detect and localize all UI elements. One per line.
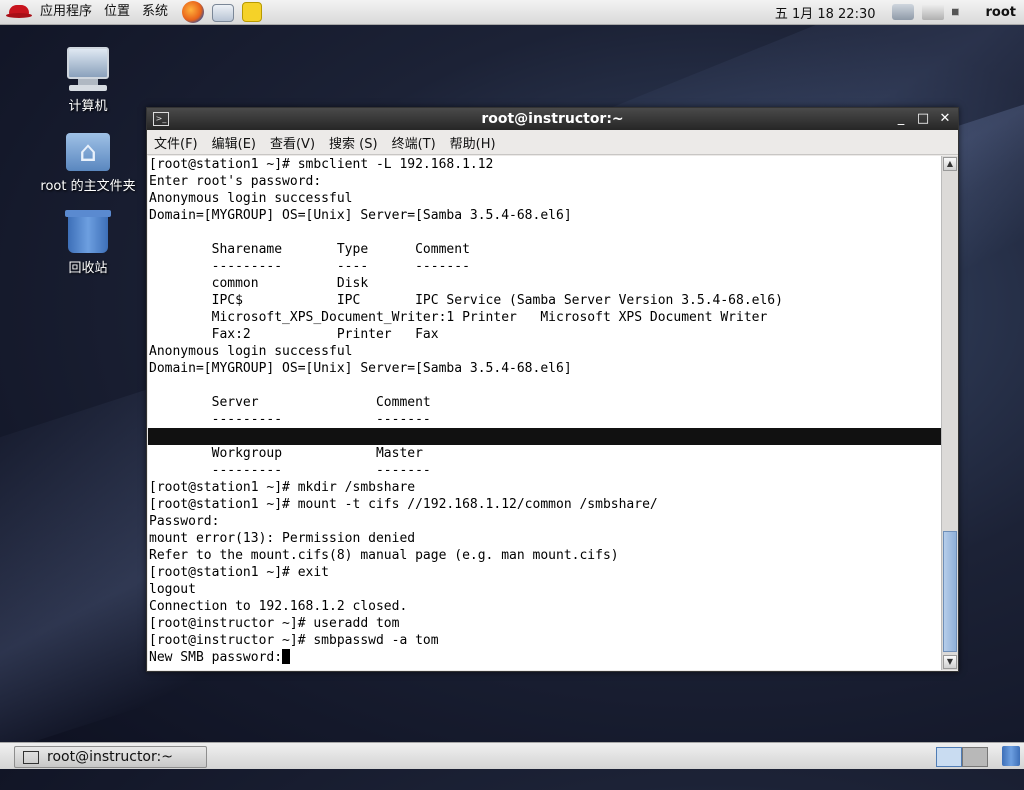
desktop-icon-label: 计算机 — [33, 95, 143, 114]
home-folder-icon — [66, 133, 110, 171]
terminal-line: [root@instructor ~]# smbpasswd -a tom — [148, 632, 941, 649]
minimize-icon[interactable]: _ — [892, 110, 910, 128]
terminal-line — [148, 224, 941, 241]
terminal-prompt-line: New SMB password: — [148, 649, 941, 666]
terminal-line-selected — [148, 428, 941, 445]
terminal-line: --------- ---- ------- — [148, 258, 941, 275]
computer-icon — [65, 47, 111, 91]
terminal-line: Microsoft_XPS_Document_Writer:1 Printer … — [148, 309, 941, 326]
terminal-line: Server Comment — [148, 394, 941, 411]
terminal-icon[interactable]: >_ — [153, 112, 169, 126]
menu-system[interactable]: 系统 — [136, 0, 174, 24]
workspace-1[interactable] — [936, 747, 962, 767]
terminal-line — [148, 377, 941, 394]
terminal-line: Enter root's password: — [148, 173, 941, 190]
terminal-line: Domain=[MYGROUP] OS=[Unix] Server=[Samba… — [148, 360, 941, 377]
clock[interactable]: 五 1月 18 22:30 — [763, 3, 888, 22]
taskbar-window-label: root@instructor:~ — [47, 749, 173, 765]
terminal-line: Refer to the mount.cifs(8) manual page (… — [148, 547, 941, 564]
terminal-line: --------- ------- — [148, 411, 941, 428]
user-menu[interactable]: root — [972, 5, 1024, 20]
close-icon[interactable]: ✕ — [936, 110, 954, 128]
menu-help[interactable]: 帮助(H) — [443, 133, 503, 152]
terminal-line: Fax:2 Printer Fax — [148, 326, 941, 343]
maximize-icon[interactable]: □ — [914, 110, 932, 128]
terminal-line: [root@instructor ~]# useradd tom — [148, 615, 941, 632]
menu-view[interactable]: 查看(V) — [263, 133, 322, 152]
desktop-icon-trash[interactable]: 回收站 — [33, 213, 143, 276]
redhat-logo-icon[interactable] — [6, 3, 32, 21]
menu-file[interactable]: 文件(F) — [147, 133, 205, 152]
terminal-line-text: New SMB password: — [149, 650, 282, 665]
notes-icon[interactable] — [242, 2, 262, 22]
email-client-icon[interactable] — [212, 4, 234, 22]
terminal-line: logout — [148, 581, 941, 598]
terminal-line: mount error(13): Permission denied — [148, 530, 941, 547]
terminal-line: Workgroup Master — [148, 445, 941, 462]
desktop-icon-label: 回收站 — [33, 257, 143, 276]
desktop-icon-computer[interactable]: 计算机 — [33, 47, 143, 114]
text-cursor — [282, 649, 290, 664]
terminal-line: Connection to 192.168.1.2 closed. — [148, 598, 941, 615]
taskbar-window-button[interactable]: root@instructor:~ — [14, 746, 207, 768]
top-panel: 应用程序 位置 系统 五 1月 18 22:30 root — [0, 0, 1024, 25]
terminal-line: IPC$ IPC IPC Service (Samba Server Versi… — [148, 292, 941, 309]
menu-edit[interactable]: 编辑(E) — [205, 133, 263, 152]
menu-places[interactable]: 位置 — [98, 0, 136, 24]
terminal-line: [root@station1 ~]# mount -t cifs //192.1… — [148, 496, 941, 513]
terminal-line: Anonymous login successful — [148, 190, 941, 207]
trash-icon — [68, 213, 108, 253]
terminal-line: common Disk — [148, 275, 941, 292]
window-titlebar[interactable]: >_ root@instructor:~ _ □ ✕ — [147, 108, 958, 130]
terminal-line: Domain=[MYGROUP] OS=[Unix] Server=[Samba… — [148, 207, 941, 224]
network-icon[interactable] — [892, 4, 914, 20]
scroll-down-icon[interactable]: ▼ — [943, 655, 957, 669]
trash-icon[interactable] — [1002, 746, 1020, 766]
menu-terminal[interactable]: 终端(T) — [385, 133, 443, 152]
menu-search[interactable]: 搜索 (S) — [322, 133, 385, 152]
terminal-line: Sharename Type Comment — [148, 241, 941, 258]
desktop-icon-label: root 的主文件夹 — [33, 175, 143, 194]
terminal-scrollbar[interactable]: ▲ ▼ — [941, 156, 958, 670]
terminal-line: [root@station1 ~]# mkdir /smbshare — [148, 479, 941, 496]
terminal-line: Password: — [148, 513, 941, 530]
firefox-icon[interactable] — [182, 1, 204, 23]
menu-applications[interactable]: 应用程序 — [34, 0, 98, 24]
terminal-output[interactable]: [root@station1 ~]# smbclient -L 192.168.… — [148, 156, 941, 670]
window-controls: _ □ ✕ — [888, 108, 954, 130]
workspace-2[interactable] — [962, 747, 988, 767]
window-title: root@instructor:~ — [147, 111, 958, 127]
printer-icon[interactable] — [922, 4, 944, 20]
window-menubar: 文件(F) 编辑(E) 查看(V) 搜索 (S) 终端(T) 帮助(H) — [147, 130, 958, 155]
main-menu: 应用程序 位置 系统 — [34, 0, 174, 24]
top-panel-tray: 五 1月 18 22:30 root — [763, 0, 1024, 24]
desktop-icon-home[interactable]: root 的主文件夹 — [33, 133, 143, 194]
terminal-line: [root@station1 ~]# exit — [148, 564, 941, 581]
terminal-line: --------- ------- — [148, 462, 941, 479]
scrollbar-thumb[interactable] — [943, 531, 957, 652]
terminal-icon — [23, 751, 39, 764]
scroll-up-icon[interactable]: ▲ — [943, 157, 957, 171]
bottom-panel: root@instructor:~ — [0, 742, 1024, 769]
terminal-line: [root@station1 ~]# smbclient -L 192.168.… — [148, 156, 941, 173]
volume-icon[interactable] — [952, 4, 968, 20]
terminal-window: >_ root@instructor:~ _ □ ✕ 文件(F) 编辑(E) 查… — [146, 107, 959, 672]
terminal-line: Anonymous login successful — [148, 343, 941, 360]
